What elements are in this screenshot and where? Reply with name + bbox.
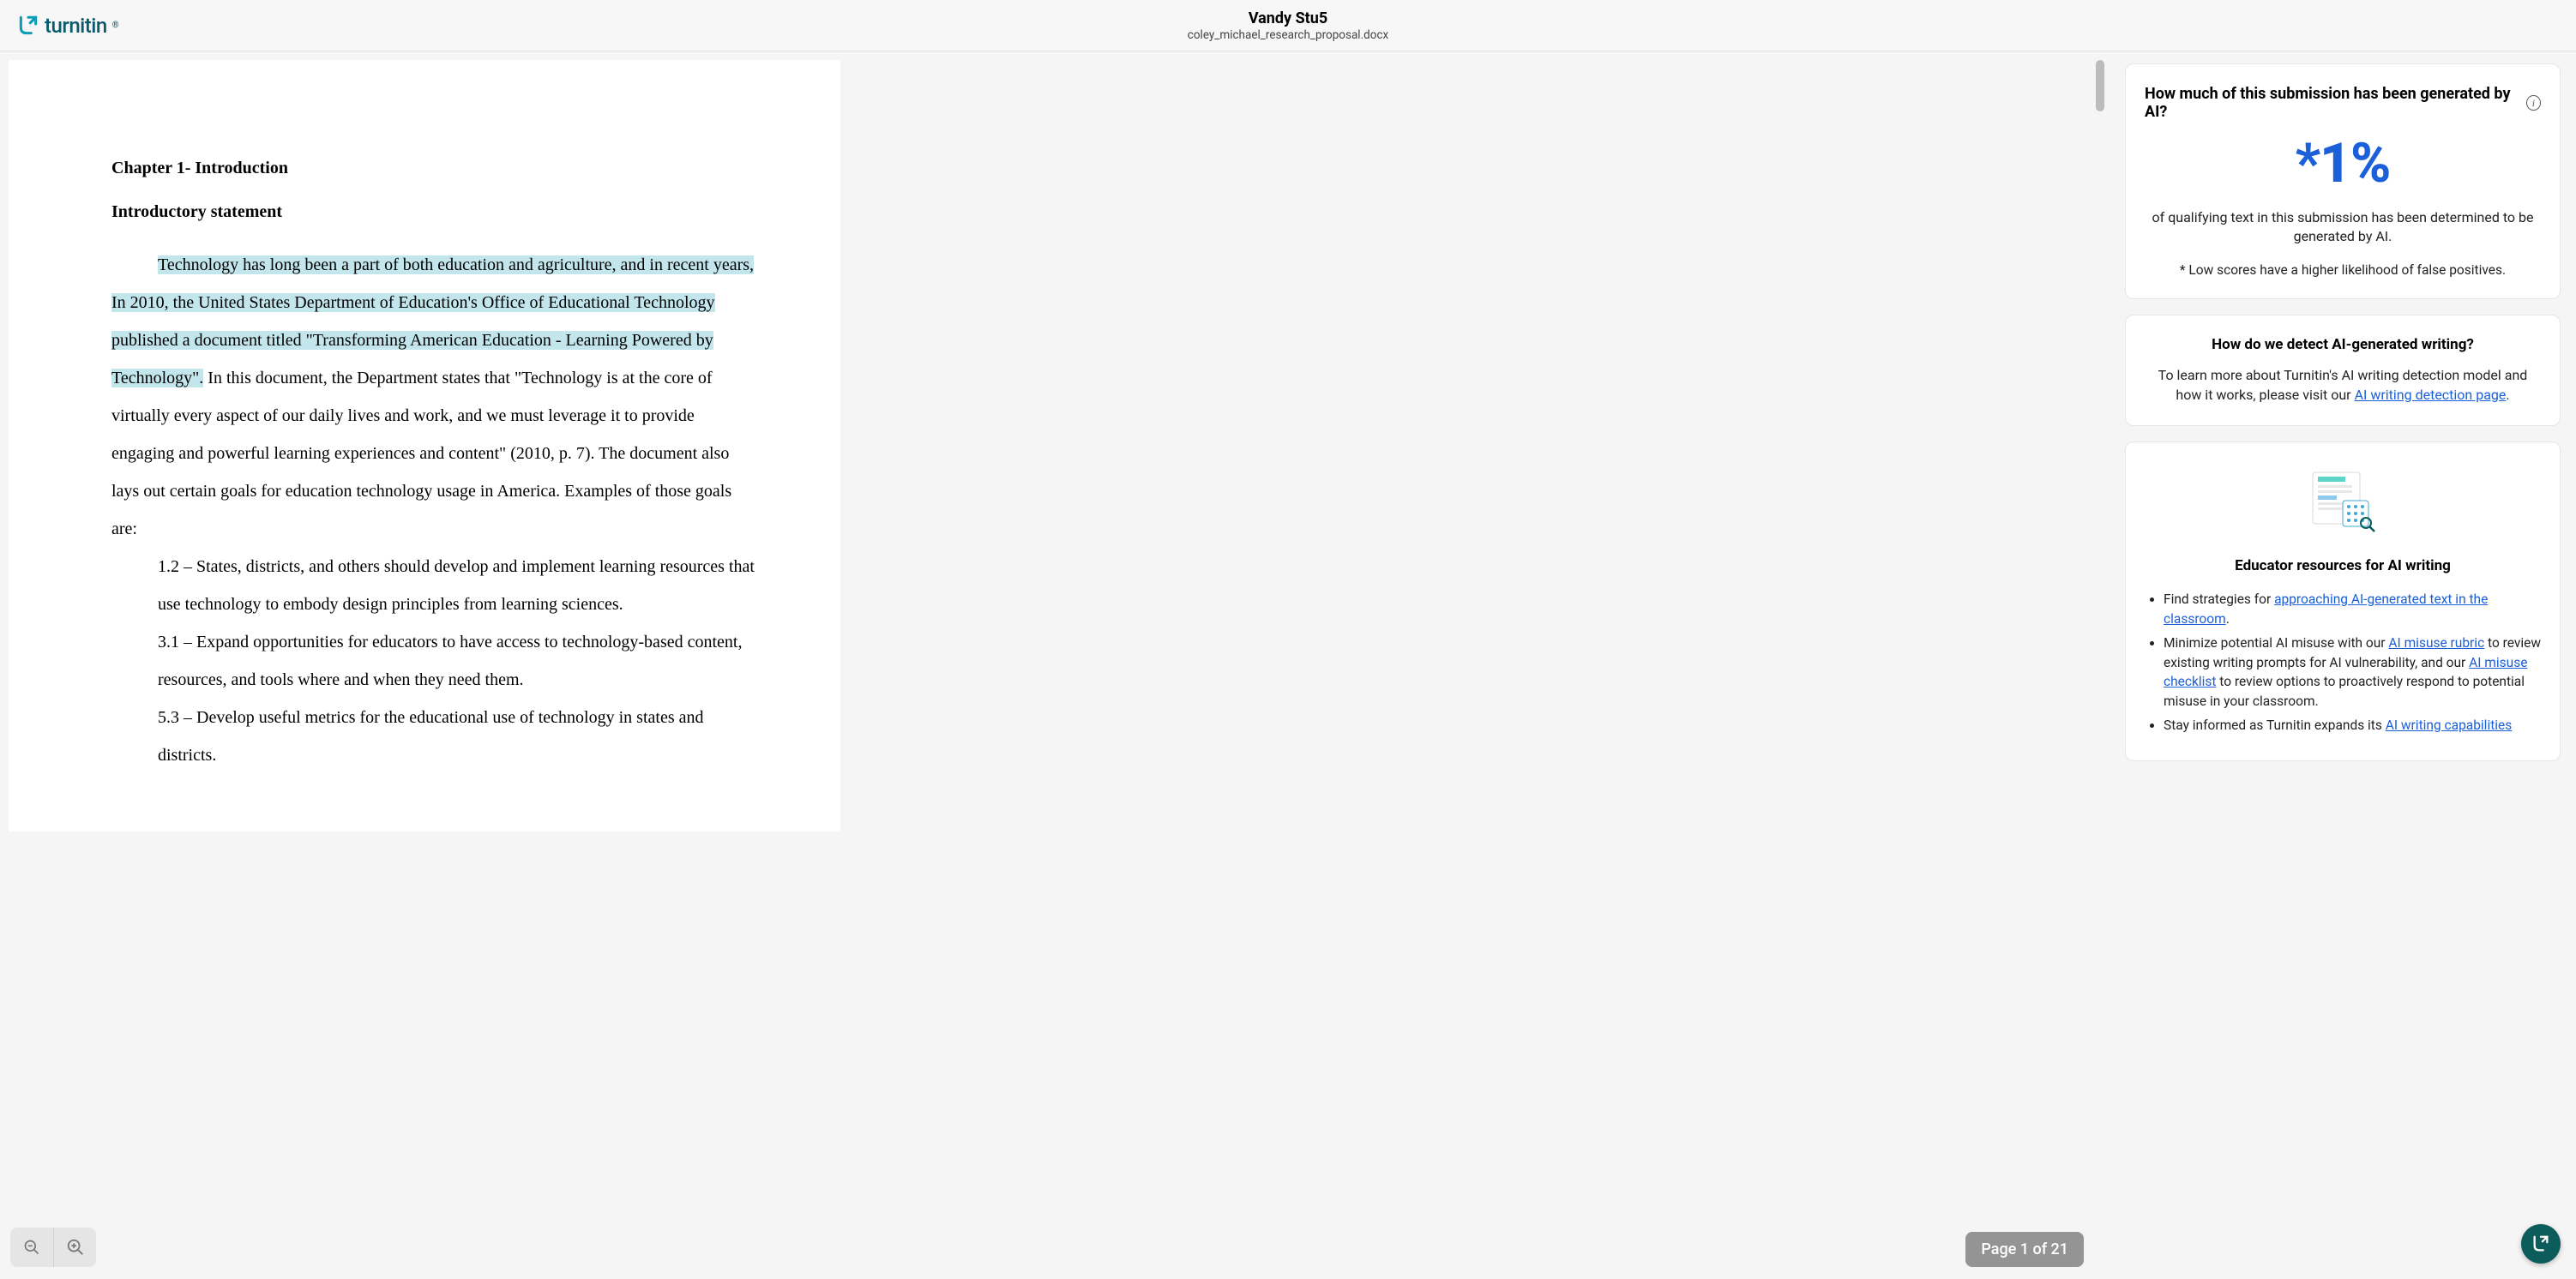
list-item: Find strategies for approaching AI-gener… [2164, 590, 2541, 628]
help-fab-button[interactable] [2521, 1224, 2561, 1264]
ai-sidebar: How much of this submission has been gen… [2110, 51, 2576, 1279]
ai-score-question: How much of this submission has been gen… [2145, 85, 2519, 121]
scrollbar-thumb[interactable] [2096, 60, 2104, 111]
goals-list: 1.2 – States, districts, and others shou… [158, 548, 759, 774]
list-item: 5.3 – Develop useful metrics for the edu… [158, 699, 759, 774]
brand-name: turnitin [45, 14, 107, 38]
info-icon[interactable]: i [2526, 95, 2541, 111]
turnitin-fab-icon [2531, 1234, 2550, 1253]
zoom-controls [10, 1228, 96, 1267]
educator-resources-card: Educator resources for AI writing Find s… [2125, 441, 2561, 761]
paragraph: Technology has long been a part of both … [111, 246, 759, 548]
brand-logo[interactable]: turnitin ® [17, 14, 119, 38]
resources-illustration [2145, 468, 2541, 537]
list-item: Stay informed as Turnitin expands its AI… [2164, 716, 2541, 735]
app-header: turnitin ® Vandy Stu5 coley_michael_resea… [0, 0, 2576, 51]
zoom-in-button[interactable] [53, 1228, 96, 1267]
ai-score-footnote: * Low scores have a higher likelihood of… [2145, 262, 2541, 278]
header-title-block: Vandy Stu5 coley_michael_research_propos… [1188, 9, 1388, 42]
resources-list: Find strategies for approaching AI-gener… [2145, 590, 2541, 735]
chapter-heading: Chapter 1- Introduction [111, 159, 759, 178]
section-heading: Introductory statement [111, 202, 759, 222]
detection-body: To learn more about Turnitin's AI writin… [2145, 365, 2541, 405]
student-name: Vandy Stu5 [1188, 9, 1388, 27]
list-item: 1.2 – States, districts, and others shou… [158, 548, 759, 623]
list-item: 3.1 – Expand opportunities for educators… [158, 623, 759, 699]
ai-score-value: *1% [2145, 136, 2541, 191]
ai-score-description: of qualifying text in this submission ha… [2145, 208, 2541, 247]
resources-title: Educator resources for AI writing [2145, 557, 2541, 574]
document-viewport[interactable]: Chapter 1- Introduction Introductory sta… [0, 51, 2110, 1279]
ai-detection-page-link[interactable]: AI writing detection page [2355, 387, 2507, 403]
list-item: Minimize potential AI misuse with our AI… [2164, 633, 2541, 711]
zoom-in-icon [66, 1238, 85, 1257]
turnitin-logo-icon [17, 15, 39, 37]
registered-mark: ® [112, 21, 119, 30]
ai-writing-capabilities-link[interactable]: AI writing capabilities [2386, 718, 2513, 733]
ai-highlighted-text[interactable]: Technology has long been a part of both … [111, 255, 754, 387]
zoom-out-icon [23, 1239, 40, 1256]
zoom-out-button[interactable] [10, 1228, 53, 1267]
ai-score-card: How much of this submission has been gen… [2125, 63, 2561, 299]
document-page: Chapter 1- Introduction Introductory sta… [9, 60, 840, 832]
detection-info-card: How do we detect AI-generated writing? T… [2125, 315, 2561, 426]
detection-title: How do we detect AI-generated writing? [2145, 336, 2541, 353]
file-name: coley_michael_research_proposal.docx [1188, 28, 1388, 42]
ai-misuse-rubric-link[interactable]: AI misuse rubric [2388, 635, 2484, 651]
page-indicator: Page 1 of 21 [1965, 1232, 2084, 1267]
paragraph-text: In this document, the Department states … [111, 369, 731, 538]
